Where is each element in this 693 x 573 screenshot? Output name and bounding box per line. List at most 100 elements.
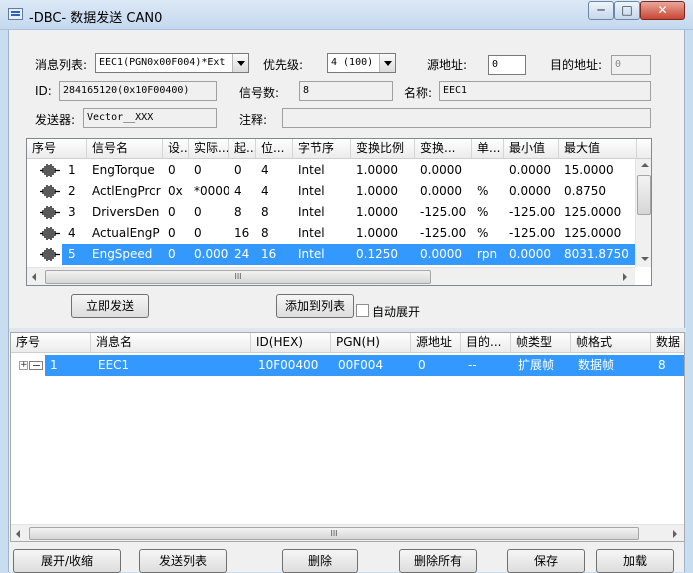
scroll-left-arrow-icon[interactable]: [16, 530, 20, 538]
column-header[interactable]: 数据: [651, 333, 684, 353]
signal-count-label: 信号数:: [239, 86, 280, 100]
signal-count-field: 8: [299, 81, 393, 101]
msg-list-combo[interactable]: EEC1(PGN0x00F004)*Ext: [95, 53, 249, 73]
cell-unit: [472, 160, 504, 181]
send-now-button[interactable]: 立即发送: [71, 294, 149, 318]
cell-default: 0: [168, 163, 176, 177]
signal-waveform-icon: [40, 185, 60, 198]
cell-default: 0: [168, 226, 176, 240]
cell-max: 15.0000: [564, 163, 614, 177]
add-to-list-button[interactable]: 添加到列表: [276, 294, 354, 318]
delete-button[interactable]: 删除: [282, 549, 358, 573]
tree-expander-icon[interactable]: +: [19, 361, 28, 370]
column-header[interactable]: 实际...: [189, 139, 229, 159]
id-field: 284165120(0x10F00400): [59, 81, 217, 101]
scroll-thumb[interactable]: III: [45, 270, 431, 284]
comment-label: 注释:: [239, 113, 268, 127]
column-header[interactable]: 设...: [163, 139, 189, 159]
priority-combo[interactable]: 4 (100): [327, 53, 396, 73]
column-header[interactable]: ID(HEX): [251, 333, 331, 353]
cell-frame-type: 扩展帧: [518, 358, 555, 372]
cell-actual: 0: [194, 226, 202, 240]
window-title: -DBC- 数据发送 CAN0: [29, 11, 163, 26]
column-header[interactable]: 序号: [11, 333, 91, 353]
cell-actual: *0000: [194, 184, 229, 198]
save-button[interactable]: 保存: [507, 549, 585, 573]
scroll-thumb[interactable]: III: [29, 527, 639, 540]
source-addr-input[interactable]: 0: [488, 55, 526, 75]
cell-max: 125.0000: [564, 205, 622, 219]
scroll-thumb[interactable]: [637, 175, 651, 215]
expand-collapse-button[interactable]: 展开/收缩: [13, 549, 121, 573]
cell-src-addr: 0: [418, 358, 426, 372]
cell-pgn: 00F004: [338, 358, 384, 372]
signal-vscrollbar[interactable]: [635, 159, 651, 267]
name-label: 名称:: [404, 86, 433, 100]
column-header[interactable]: 位...: [256, 139, 293, 159]
source-addr-label: 源地址:: [427, 58, 468, 72]
cell-bit-length: 8: [261, 226, 269, 240]
id-label: ID:: [35, 84, 52, 98]
scroll-right-arrow-icon[interactable]: [673, 530, 677, 538]
signal-waveform-icon: [40, 164, 60, 177]
table-row[interactable]: 4 ActualEngP 0 0 16 8 Intel 1.0000 -125.00% -125.…: [27, 223, 635, 244]
scroll-down-arrow-icon[interactable]: [641, 257, 649, 261]
signal-waveform-icon: [40, 248, 60, 261]
column-header[interactable]: 单...: [472, 139, 504, 159]
dest-addr-label: 目的地址:: [550, 58, 603, 72]
column-header[interactable]: 最大值: [559, 139, 637, 159]
scroll-left-arrow-icon[interactable]: [32, 273, 36, 281]
cell-unit: %: [477, 226, 489, 240]
cell-start-bit: 8: [234, 205, 242, 219]
chevron-down-icon[interactable]: [379, 54, 395, 72]
column-header[interactable]: 目的...: [461, 333, 511, 353]
column-header[interactable]: 序号: [27, 139, 87, 159]
app-icon: [8, 8, 23, 20]
maximize-button[interactable]: □: [614, 1, 640, 20]
msg-list-label: 消息列表:: [35, 58, 88, 72]
table-row[interactable]: 2 ActlEngPrcr 0x *0000 4 4 Intel 1.0000 0.0000% 0…: [27, 181, 635, 202]
delete-all-button[interactable]: 删除所有: [399, 549, 477, 573]
sender-field: Vector__XXX: [83, 108, 217, 128]
column-header[interactable]: 最小值: [504, 139, 559, 159]
table-row[interactable]: 5 EngSpeed 0 0.000(24 16 Intel 0.1250 0.0000 rpn…: [27, 244, 635, 265]
scroll-right-arrow-icon[interactable]: [623, 273, 627, 281]
cell-offset: -125.00: [420, 226, 467, 240]
column-header[interactable]: 字节序: [293, 139, 351, 159]
column-header[interactable]: 起...: [229, 139, 256, 159]
table-row[interactable]: + 1 EEC1 10F00400 00F004 0 -- 扩展帧 数据帧 8: [11, 355, 684, 376]
cell-factor: 1.0000: [356, 163, 398, 177]
send-list-hscrollbar[interactable]: III: [11, 524, 684, 541]
scroll-up-arrow-icon[interactable]: [641, 163, 649, 167]
cell-index: 3: [68, 205, 76, 219]
cell-index: 1: [50, 358, 58, 372]
load-button[interactable]: 加载: [596, 549, 674, 573]
table-row[interactable]: 1 EngTorque 0 0 0 4 Intel 1.0000 0.0000 0.0000 15.…: [27, 160, 635, 181]
cell-msg-name: EEC1: [98, 358, 130, 372]
send-list-header: 序号 消息名 ID(HEX) PGN(H) 源地址 目的... 帧类型 帧格式 …: [11, 333, 684, 353]
cell-min: 0.0000: [509, 163, 551, 177]
table-row[interactable]: 3 DriversDen 0 0 8 8 Intel 1.0000 -125.00% -125.0…: [27, 202, 635, 223]
cell-unit: %: [477, 205, 489, 219]
column-header[interactable]: 帧类型: [511, 333, 571, 353]
cell-start-bit: 4: [234, 184, 242, 198]
auto-expand-label[interactable]: 自动展开: [372, 303, 420, 320]
close-button[interactable]: ✕: [640, 1, 685, 20]
cell-byte-order: Intel: [298, 184, 325, 198]
auto-expand-checkbox[interactable]: [356, 304, 369, 317]
column-header[interactable]: 源地址: [411, 333, 461, 353]
send-list-button[interactable]: 发送列表: [139, 549, 227, 573]
minimize-button[interactable]: ─: [588, 1, 614, 20]
signal-grid[interactable]: 序号 信号名 设... 实际... 起... 位... 字节序 变换比例 变换.…: [26, 138, 652, 286]
column-header[interactable]: 变换...: [415, 139, 472, 159]
send-list-grid[interactable]: 序号 消息名 ID(HEX) PGN(H) 源地址 目的... 帧类型 帧格式 …: [10, 332, 685, 542]
column-header[interactable]: 变换比例: [351, 139, 415, 159]
signal-hscrollbar[interactable]: III: [27, 267, 635, 285]
column-header[interactable]: PGN(H): [331, 333, 411, 353]
column-header[interactable]: 信号名: [87, 139, 163, 159]
column-header[interactable]: 帧格式: [571, 333, 651, 353]
chevron-down-icon[interactable]: [232, 54, 248, 72]
column-header[interactable]: 消息名: [91, 333, 251, 353]
dest-addr-input[interactable]: 0: [611, 55, 651, 75]
scroll-grip: III: [234, 272, 242, 281]
